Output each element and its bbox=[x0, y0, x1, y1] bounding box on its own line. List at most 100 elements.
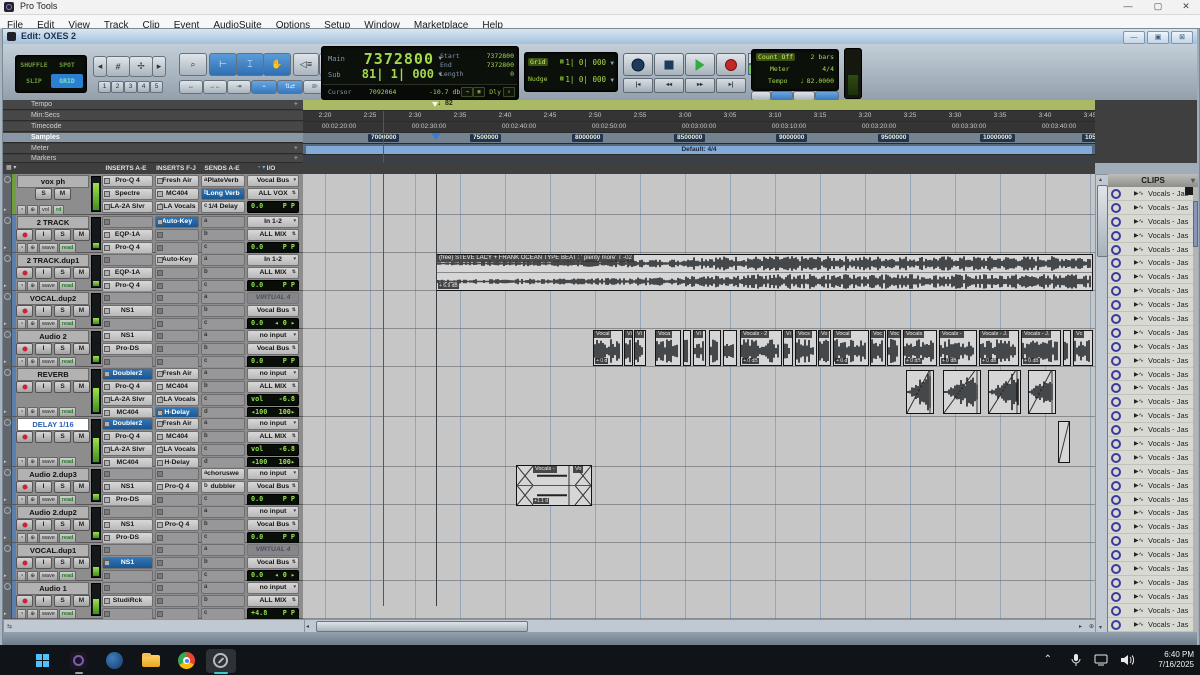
playlist-arrow-icon[interactable]: ▸ bbox=[4, 535, 7, 541]
mirror-midi-button[interactable]: →← bbox=[203, 80, 227, 94]
tempo-label[interactable]: Tempo bbox=[768, 77, 788, 85]
insert-empty[interactable] bbox=[155, 292, 199, 304]
elastic-icon[interactable]: ⊕ bbox=[27, 281, 38, 291]
clip-list-item[interactable]: ▶∿ Vocals - Jas bbox=[1108, 478, 1194, 493]
io-in-selector[interactable]: no input ▾ bbox=[247, 330, 299, 342]
vocal-clip[interactable]: Vocal + 0 d bbox=[593, 330, 623, 366]
ruler-label-markers[interactable]: Markers + bbox=[3, 155, 303, 163]
elastic-icon[interactable]: ⊕ bbox=[27, 495, 38, 505]
track-view-selector[interactable]: wave bbox=[38, 533, 58, 543]
input-monitor-button[interactable]: I bbox=[35, 557, 52, 569]
start-button[interactable] bbox=[28, 649, 58, 673]
input-monitor-button[interactable]: I bbox=[35, 431, 52, 443]
record-enable-button[interactable] bbox=[16, 431, 33, 443]
automation-icon[interactable]: ◔ bbox=[17, 357, 27, 367]
automation-icon[interactable]: ◔ bbox=[17, 243, 27, 253]
fade-clip[interactable] bbox=[906, 370, 934, 414]
automation-mode-selector[interactable]: read bbox=[58, 571, 77, 581]
record-enable-button[interactable] bbox=[16, 229, 33, 241]
go-to-end-button[interactable]: ▸| bbox=[716, 78, 746, 93]
playlist-arrow-icon[interactable]: ▸ bbox=[4, 459, 7, 465]
fade-clip[interactable] bbox=[1028, 370, 1056, 414]
elastic-icon[interactable]: ⊕ bbox=[27, 609, 38, 619]
track-scroll-icon[interactable]: ⇆ bbox=[7, 623, 12, 630]
clips-resize-box[interactable] bbox=[1185, 187, 1193, 195]
insert-mc404[interactable]: MC404 bbox=[155, 431, 199, 443]
insert-la2aslvr[interactable]: LA-2A Slvr bbox=[102, 444, 153, 456]
track-name[interactable]: DELAY 1/16 bbox=[17, 418, 89, 431]
io-out-selector[interactable]: Vocal Bus ⇅ bbox=[247, 305, 299, 317]
ruler-label-meter[interactable]: Meter + bbox=[3, 144, 303, 154]
insert-empty[interactable] bbox=[155, 229, 199, 241]
tempo-marker[interactable]: ♩82 bbox=[438, 100, 453, 107]
tab-to-transient-button[interactable]: ↔ bbox=[179, 80, 203, 94]
track-name[interactable]: REVERB bbox=[17, 368, 89, 381]
playlist-arrow-icon[interactable]: ▸ bbox=[4, 359, 7, 365]
count-off-label[interactable]: Count Off bbox=[756, 53, 796, 61]
link-track-edit-button[interactable]: ⇅⇄ bbox=[277, 80, 303, 94]
automation-icon[interactable]: ◔ bbox=[17, 571, 27, 581]
zoom-in-button[interactable]: ▸ bbox=[152, 56, 166, 77]
insert-empty[interactable] bbox=[102, 468, 153, 480]
clip-list-item[interactable]: ▶∿ Vocals - Jas bbox=[1108, 200, 1194, 215]
mute-button[interactable]: M bbox=[73, 557, 90, 569]
trim-tool[interactable]: ⊢ bbox=[209, 53, 237, 76]
clip-list-item[interactable]: ▶∿ Vocals - Jas bbox=[1108, 381, 1194, 396]
vocal-clip[interactable]: Vi bbox=[634, 330, 646, 366]
zoom-preset-3[interactable]: 3 bbox=[124, 81, 137, 93]
automation-icon[interactable]: ◔ bbox=[17, 609, 27, 619]
insert-empty[interactable] bbox=[155, 506, 199, 518]
zoom-out-button[interactable]: ◂ bbox=[93, 56, 107, 77]
io-out-selector[interactable]: ALL MIX ⇅ bbox=[247, 595, 299, 607]
solo-button[interactable]: S bbox=[54, 381, 71, 393]
meter-label[interactable]: Meter bbox=[770, 65, 790, 73]
send-choruswe[interactable]: a choruswe bbox=[201, 468, 245, 480]
track-group-icon[interactable] bbox=[4, 507, 11, 514]
rewind-button[interactable]: ◂◂ bbox=[654, 78, 684, 93]
io-out-selector[interactable]: ALL VOX ⇅ bbox=[247, 188, 299, 200]
auto-scroll-button[interactable]: ⇥ bbox=[227, 80, 251, 94]
send-plateverb[interactable]: a PlateVerb bbox=[201, 175, 245, 187]
clip-list-item[interactable]: ▶∿ Vocals - Jas bbox=[1108, 228, 1194, 243]
insert-empty[interactable] bbox=[155, 557, 199, 569]
zoomer-tool[interactable]: ⌕ bbox=[179, 53, 207, 76]
automation-icon[interactable]: ◔ bbox=[17, 319, 27, 329]
clips-scroll-thumb[interactable] bbox=[1193, 201, 1198, 247]
input-monitor-button[interactable]: I bbox=[35, 381, 52, 393]
send-empty-c[interactable]: c bbox=[201, 608, 245, 619]
vocal-clip[interactable]: Voca bbox=[655, 330, 681, 366]
record-enable-button[interactable] bbox=[16, 267, 33, 279]
clip-list-item[interactable]: ▶∿ Vocals - Jas bbox=[1108, 367, 1194, 382]
track-row-2track[interactable]: ▸ 2 TRACK I S M ◔ ⊕ wave read EQP-1A Pro-Q 4 Auto-K… bbox=[3, 215, 303, 254]
clip-list-item[interactable]: ▶∿ Vocals - Jas bbox=[1108, 450, 1194, 465]
io-out-selector[interactable]: ALL MIX ⇅ bbox=[247, 381, 299, 393]
insert-freshair[interactable]: Fresh Air bbox=[155, 175, 199, 187]
io-volume-display[interactable]: vol -6.8 bbox=[247, 394, 299, 406]
playlist-arrow-icon[interactable]: ▸ bbox=[4, 409, 7, 415]
insert-empty[interactable] bbox=[155, 595, 199, 607]
insert-freshair[interactable]: Fresh Air bbox=[155, 368, 199, 380]
clip-list-item[interactable]: ▶∿ Vocals - Jas bbox=[1108, 423, 1194, 438]
send-empty-a[interactable]: a bbox=[201, 292, 245, 304]
playlist-arrow-icon[interactable]: ▸ bbox=[4, 245, 7, 251]
clip-list-item[interactable]: ▶∿ Vocals - Jas bbox=[1108, 242, 1194, 257]
zoom-track-button[interactable]: ✢ bbox=[129, 56, 153, 77]
solo-button[interactable]: S bbox=[54, 595, 71, 607]
vocal-clip[interactable] bbox=[723, 330, 737, 366]
mute-button[interactable]: M bbox=[54, 188, 71, 200]
record-enable-button[interactable] bbox=[16, 481, 33, 493]
io-out-selector[interactable]: Vocal Bus ⇅ bbox=[247, 343, 299, 355]
insert-empty[interactable] bbox=[102, 544, 153, 556]
record-enable-button[interactable] bbox=[16, 595, 33, 607]
counter-display[interactable]: Main 7372800 ▼ Sub 81| 1| 000 ▼ Start 73… bbox=[321, 46, 519, 100]
tempo-ruler[interactable]: ♩82 bbox=[303, 100, 1095, 111]
clip-list-item[interactable]: ▶∿ Vocals - Jas bbox=[1108, 562, 1194, 576]
vocal-clip[interactable]: Vocals - + 0 dB bbox=[939, 330, 977, 366]
vocal-clip[interactable]: Vo bbox=[818, 330, 831, 366]
clip-list-item[interactable]: ▶∿ Vocals - Jas bbox=[1108, 409, 1194, 424]
metronome-icon[interactable]: ▦ bbox=[473, 87, 485, 97]
send-empty-a[interactable]: a bbox=[201, 330, 245, 342]
clip-list-item[interactable]: ▶∿ Vocals - Jas bbox=[1108, 325, 1194, 340]
nudge-dropdown-icon[interactable]: ▼ bbox=[610, 77, 614, 84]
io-out-selector[interactable]: ALL MIX ⇅ bbox=[247, 267, 299, 279]
